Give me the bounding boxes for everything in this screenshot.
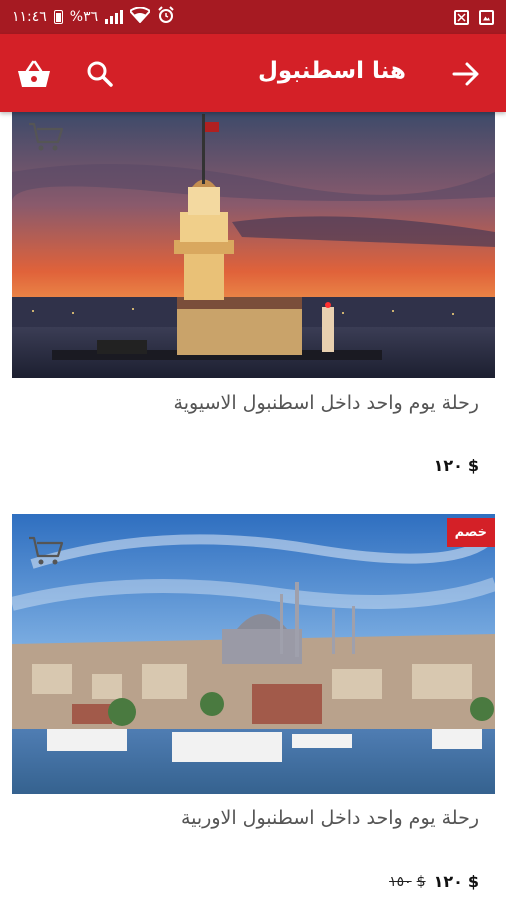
app-bar: هنا اسطنبول: [0, 34, 506, 112]
price: $١٢٠: [433, 456, 479, 475]
signal-icon: [105, 10, 124, 24]
back-button[interactable]: [446, 54, 486, 94]
price-row: $١٢٠ $١٥٠: [389, 872, 479, 891]
product-card[interactable]: رحلة يوم واحد داخل اسطنبول الاسيوية $١٢٠: [12, 112, 495, 475]
product-list: رحلة يوم واحد داخل اسطنبول الاسيوية $١٢٠: [0, 112, 506, 900]
product-image[interactable]: [12, 112, 495, 378]
back-arrow-icon: [452, 62, 479, 86]
image-icon: [479, 9, 494, 25]
status-right: [454, 9, 494, 25]
status-bar: ١١:٤٦ %٣٦: [0, 0, 506, 34]
page-title: هنا اسطنبول: [257, 58, 406, 84]
istanbul-skyline-image: [12, 514, 495, 794]
cart-icon[interactable]: [28, 536, 64, 566]
price: $١٢٠: [433, 872, 479, 891]
wifi-icon: [128, 6, 152, 27]
price-row: $١٢٠: [434, 456, 479, 475]
status-time: ١١:٤٦: [12, 9, 47, 25]
product-name[interactable]: رحلة يوم واحد داخل اسطنبول الاوربية: [181, 807, 479, 829]
maidens-tower-image: [12, 112, 495, 378]
basket-button[interactable]: [14, 54, 54, 94]
discount-badge: خصم: [446, 518, 495, 547]
product-name[interactable]: رحلة يوم واحد داخل اسطنبول الاسيوية: [174, 392, 479, 414]
product-card[interactable]: خصم رحلة يوم واحد داخل اسطنبول الاوربية …: [12, 514, 495, 891]
alarm-icon: [157, 6, 175, 28]
product-image[interactable]: خصم: [12, 514, 495, 794]
basket-icon: [18, 60, 50, 87]
screenshot-icon: [454, 9, 469, 25]
status-left: ١١:٤٦ %٣٦: [12, 6, 175, 28]
battery-percent: %٣٦: [69, 9, 99, 25]
old-price: $١٥٠: [389, 873, 426, 890]
battery-icon: [53, 10, 63, 24]
search-button[interactable]: [80, 54, 120, 94]
search-icon: [87, 61, 113, 87]
cart-icon[interactable]: [28, 122, 64, 152]
